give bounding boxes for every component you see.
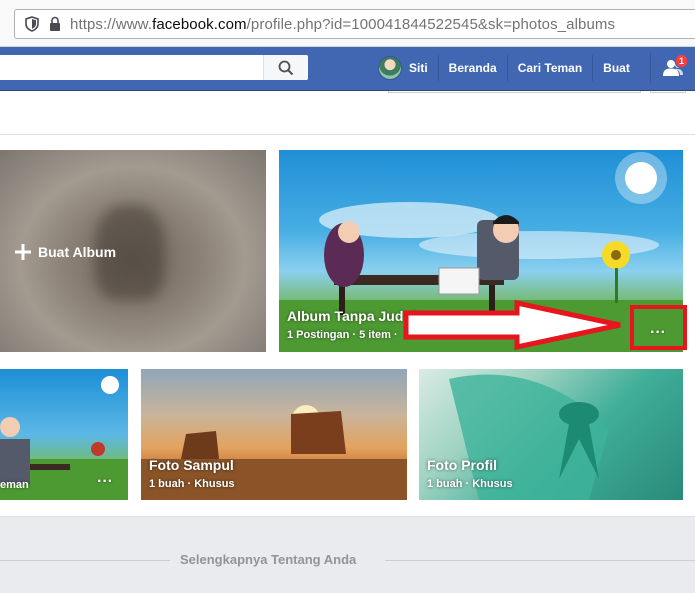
search-box — [0, 55, 308, 80]
album-subtitle: 1 buah · Khusus — [427, 478, 513, 490]
profile-name: Siti — [409, 61, 428, 75]
album-title[interactable]: Album Tanpa Judul — [287, 308, 416, 324]
plus-icon — [15, 244, 31, 260]
header-button-edge[interactable] — [388, 91, 641, 93]
highlight-box — [630, 305, 687, 350]
url-prefix: https://www. — [70, 15, 153, 33]
nav-create-link[interactable]: Buat — [592, 55, 640, 81]
url-path: /profile.php?id=100041844522545&sk=photo… — [246, 15, 616, 33]
about-section: Selengkapnya Tentang Anda — [0, 518, 695, 593]
create-album-label: Buat Album — [38, 244, 117, 260]
album-options-button[interactable]: ··· — [97, 474, 113, 490]
album-title[interactable]: Foto Sampul — [149, 457, 234, 473]
shield-icon[interactable] — [25, 16, 39, 32]
album-subtitle: 1 buah · Khusus — [149, 478, 235, 490]
friend-requests-badge: 1 — [675, 54, 689, 68]
url-domain: facebook.com — [152, 15, 247, 33]
album-tile-cover-photo[interactable]: Foto Sampul 1 buah · Khusus — [141, 369, 407, 500]
browser-toolbar: https://www.facebook.com/profile.php?id=… — [0, 0, 695, 47]
album-title[interactable]: Foto Profil — [427, 457, 497, 473]
nav-profile-link[interactable]: Siti — [372, 56, 438, 80]
create-album-label-row: Buat Album — [15, 244, 116, 260]
divider — [385, 560, 695, 561]
nav-home-link[interactable]: Beranda — [437, 55, 507, 81]
more-about-you-link[interactable]: Selengkapnya Tentang Anda — [180, 552, 356, 567]
friend-requests-button[interactable]: 1 — [650, 53, 690, 83]
album-subtitle: eman — [0, 479, 29, 491]
search-icon — [278, 60, 294, 75]
facebook-header: Siti Beranda Cari Teman Buat 1 — [0, 47, 695, 91]
divider — [0, 560, 170, 561]
url-text[interactable]: https://www.facebook.com/profile.php?id=… — [70, 16, 615, 33]
search-input[interactable] — [0, 55, 263, 80]
avatar — [378, 56, 402, 80]
album-subtitle: 1 Postingan · 5 item · — [287, 329, 398, 341]
album-tile-partial[interactable]: eman ··· — [0, 369, 128, 500]
profile-subheader — [0, 91, 695, 135]
create-album-tile[interactable]: Buat Album — [0, 150, 266, 352]
nav-find-friends-link[interactable]: Cari Teman — [506, 55, 592, 81]
search-button[interactable] — [263, 55, 308, 80]
top-nav: Siti Beranda Cari Teman Buat — [372, 55, 640, 81]
arrow-annotation-icon — [403, 300, 621, 350]
album-tile-profile-photo[interactable]: Foto Profil 1 buah · Khusus — [419, 369, 683, 500]
address-bar[interactable]: https://www.facebook.com/profile.php?id=… — [14, 9, 695, 39]
header-button-edge[interactable] — [650, 91, 686, 93]
lock-icon[interactable] — [49, 16, 61, 32]
